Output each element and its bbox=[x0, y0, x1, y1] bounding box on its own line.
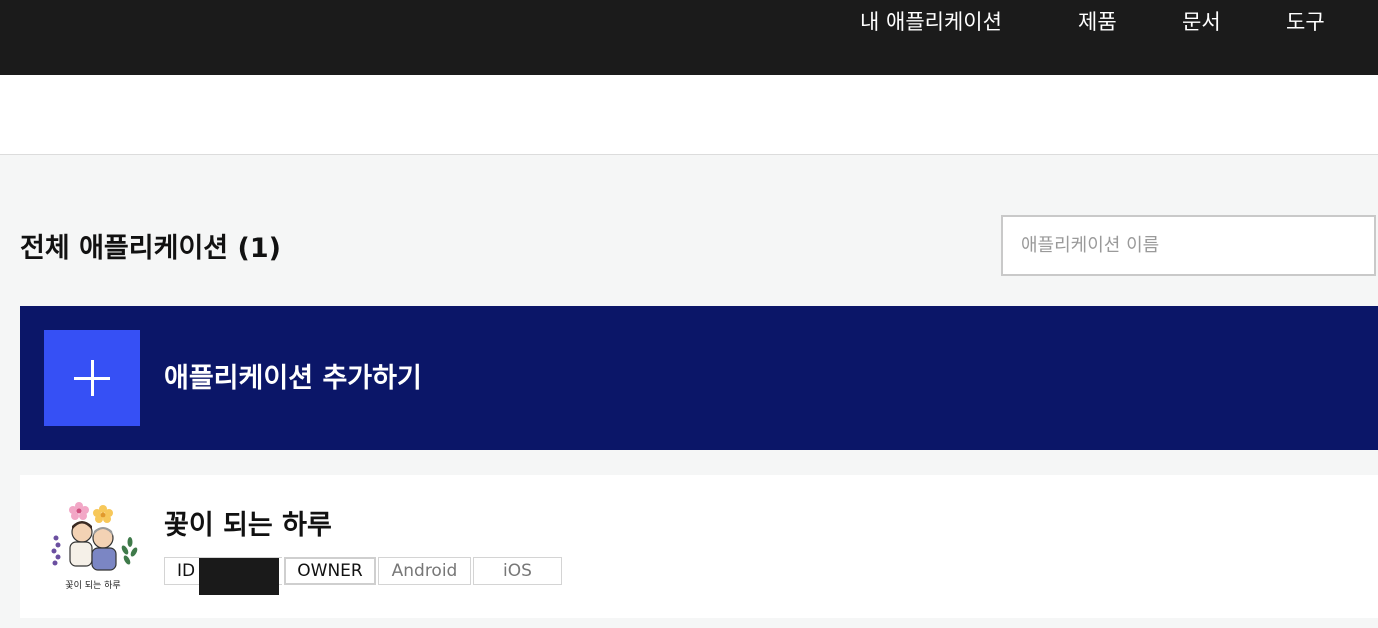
redacted-app-id bbox=[199, 558, 279, 595]
page-title: 전체 애플리케이션 (1) bbox=[20, 233, 281, 264]
app-logo: 꽃이 되는 하루 bbox=[51, 502, 138, 591]
role-badge: OWNER bbox=[284, 557, 376, 585]
platform-badge-ios: iOS bbox=[473, 557, 562, 585]
platform-badge-android: Android bbox=[378, 557, 471, 585]
app-name: 꽃이 되는 하루 bbox=[164, 510, 332, 541]
nav-item-my-applications[interactable]: 내 애플리케이션 bbox=[860, 6, 1002, 36]
nav-item-products[interactable]: 제품 bbox=[1078, 6, 1117, 36]
app-id-tag: ID bbox=[164, 557, 282, 595]
nav-item-tools[interactable]: 도구 bbox=[1286, 6, 1325, 36]
add-application-label: 애플리케이션 추가하기 bbox=[164, 363, 422, 394]
sub-header bbox=[0, 75, 1378, 155]
add-application-button[interactable]: 애플리케이션 추가하기 bbox=[20, 306, 1378, 450]
app-logo-caption: 꽃이 되는 하루 bbox=[65, 580, 120, 591]
app-id-label: ID bbox=[177, 561, 196, 581]
app-card[interactable]: 꽃이 되는 하루 꽃이 되는 하루 ID OWNER Android iOS bbox=[20, 475, 1378, 618]
nav-item-docs[interactable]: 문서 bbox=[1182, 6, 1221, 36]
plus-icon bbox=[44, 330, 140, 426]
search-input[interactable] bbox=[1001, 215, 1376, 276]
top-bar: 내 애플리케이션 제품 문서 도구 bbox=[0, 0, 1378, 75]
